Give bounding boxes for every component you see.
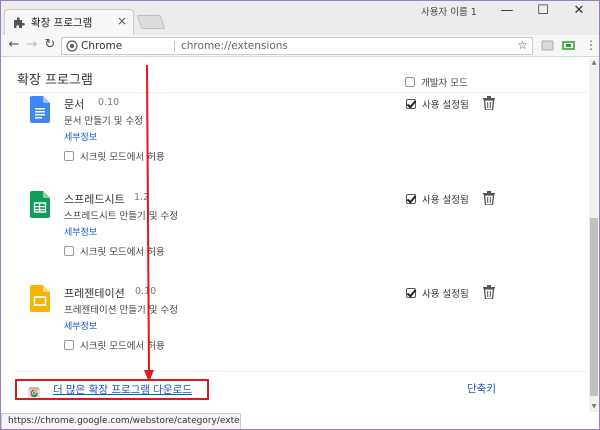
enabled-label: 사용 설정됨 [422, 289, 469, 300]
extension-name: 스프레드시트 [64, 193, 125, 206]
forward-button[interactable]: → [23, 36, 41, 54]
toolbar: ← → ↻ Chrome chrome://extensions ☆ ⋮ [1, 35, 599, 57]
secure-label: Chrome [81, 40, 123, 52]
extension-item-docs: 문서 0.10 문서 만들기 및 수정 세부정보 시크릿 모드에서 허용 사용 … [1, 96, 599, 182]
extension-version: 0.10 [135, 286, 157, 297]
back-button[interactable]: ← [5, 36, 23, 54]
details-link[interactable]: 세부정보 [64, 130, 97, 143]
extension-name: 문서 [64, 98, 85, 111]
incognito-label: 시크릿 모드에서 허용 [80, 247, 165, 258]
incognito-checkbox[interactable] [64, 246, 74, 256]
developer-mode-checkbox[interactable] [405, 77, 415, 87]
browser-window: 확장 프로그램 × 사용자 이름 1 — ☐ ✕ ← → ↻ Chrome ch… [0, 0, 600, 430]
maximize-button[interactable]: ☐ [525, 1, 561, 23]
tab-extensions[interactable]: 확장 프로그램 × [4, 9, 134, 35]
url-text[interactable]: chrome://extensions [181, 40, 288, 52]
page-title: 확장 프로그램 [17, 73, 93, 88]
tab-title: 확장 프로그램 [31, 17, 93, 29]
trash-icon[interactable] [483, 96, 495, 110]
enabled-label: 사용 설정됨 [422, 195, 469, 206]
enabled-checkbox[interactable] [406, 99, 416, 109]
omnibox-separator [174, 41, 175, 52]
address-bar[interactable]: Chrome chrome://extensions ☆ [61, 37, 533, 55]
enabled-checkbox[interactable] [406, 194, 416, 204]
enabled-checkbox[interactable] [406, 288, 416, 298]
puzzle-icon [14, 17, 25, 28]
extension-item-sheets: 스프레드시트 1.2 스프레드시트 만들기 및 수정 세부정보 시크릿 모드에서… [1, 191, 599, 277]
bookmark-star-icon[interactable]: ☆ [517, 38, 528, 52]
chrome-web-store-icon [28, 387, 40, 398]
extension-description: 문서 만들기 및 수정 [64, 116, 143, 127]
extension-description: 프레젠테이션 만들기 및 수정 [64, 305, 178, 316]
incognito-toggle[interactable]: 시크릿 모드에서 허용 [64, 149, 165, 163]
highlight-box: 더 많은 확장 프로그램 다운로드 [15, 379, 209, 400]
reload-button[interactable]: ↻ [41, 36, 59, 54]
new-tab-button[interactable] [136, 15, 166, 29]
profile-name[interactable]: 사용자 이름 1 [421, 4, 477, 18]
incognito-label: 시크릿 모드에서 허용 [80, 341, 165, 352]
scroll-thumb[interactable] [590, 218, 598, 396]
google-docs-icon [30, 96, 50, 123]
extension-item-slides: 프레젠테이션 0.10 프레젠테이션 만들기 및 수정 세부정보 시크릿 모드에… [1, 285, 599, 371]
cast-icon[interactable] [562, 39, 575, 52]
extension-name: 프레젠테이션 [64, 287, 125, 300]
extensions-page: 확장 프로그램 개발자 모드 문서 0.10 문서 만들기 및 수정 세부정보 … [1, 58, 599, 412]
incognito-checkbox[interactable] [64, 151, 74, 161]
enabled-label: 사용 설정됨 [422, 100, 469, 111]
google-slides-icon [30, 285, 50, 312]
extension-description: 스프레드시트 만들기 및 수정 [64, 211, 178, 222]
google-sheets-icon [30, 191, 50, 218]
incognito-toggle[interactable]: 시크릿 모드에서 허용 [64, 338, 165, 352]
extension-version: 0.10 [98, 97, 120, 108]
scroll-down-arrow[interactable]: ▼ [589, 402, 599, 412]
extension-version: 1.2 [134, 192, 150, 203]
details-link[interactable]: 세부정보 [64, 225, 97, 238]
incognito-checkbox[interactable] [64, 340, 74, 350]
title-bar: 확장 프로그램 × 사용자 이름 1 — ☐ ✕ [1, 1, 599, 35]
enabled-toggle[interactable]: 사용 설정됨 [406, 286, 469, 300]
incognito-toggle[interactable]: 시크릿 모드에서 허용 [64, 244, 165, 258]
tab-close-icon[interactable]: × [117, 14, 127, 28]
extension-action-icon[interactable] [541, 39, 554, 52]
page-scrollbar[interactable]: ▲ ▼ [589, 58, 599, 412]
scroll-up-arrow[interactable]: ▲ [589, 58, 599, 68]
close-window-button[interactable]: ✕ [561, 1, 597, 23]
trash-icon[interactable] [483, 285, 495, 299]
chrome-page-icon [66, 40, 78, 52]
more-extensions-link[interactable]: 더 많은 확장 프로그램 다운로드 [53, 382, 192, 397]
status-bar-url: https://chrome.google.com/webstore/categ… [1, 413, 241, 429]
header-divider [17, 92, 588, 93]
enabled-toggle[interactable]: 사용 설정됨 [406, 97, 469, 111]
incognito-label: 시크릿 모드에서 허용 [80, 152, 165, 163]
keyboard-shortcuts-link[interactable]: 단축키 [467, 381, 496, 396]
footer-divider [17, 371, 588, 372]
developer-mode-toggle[interactable]: 개발자 모드 [405, 75, 468, 89]
minimize-button[interactable]: — [489, 1, 525, 23]
developer-mode-label: 개발자 모드 [421, 78, 468, 89]
trash-icon[interactable] [483, 191, 495, 205]
menu-icon[interactable]: ⋮ [585, 38, 597, 52]
enabled-toggle[interactable]: 사용 설정됨 [406, 192, 469, 206]
details-link[interactable]: 세부정보 [64, 319, 97, 332]
